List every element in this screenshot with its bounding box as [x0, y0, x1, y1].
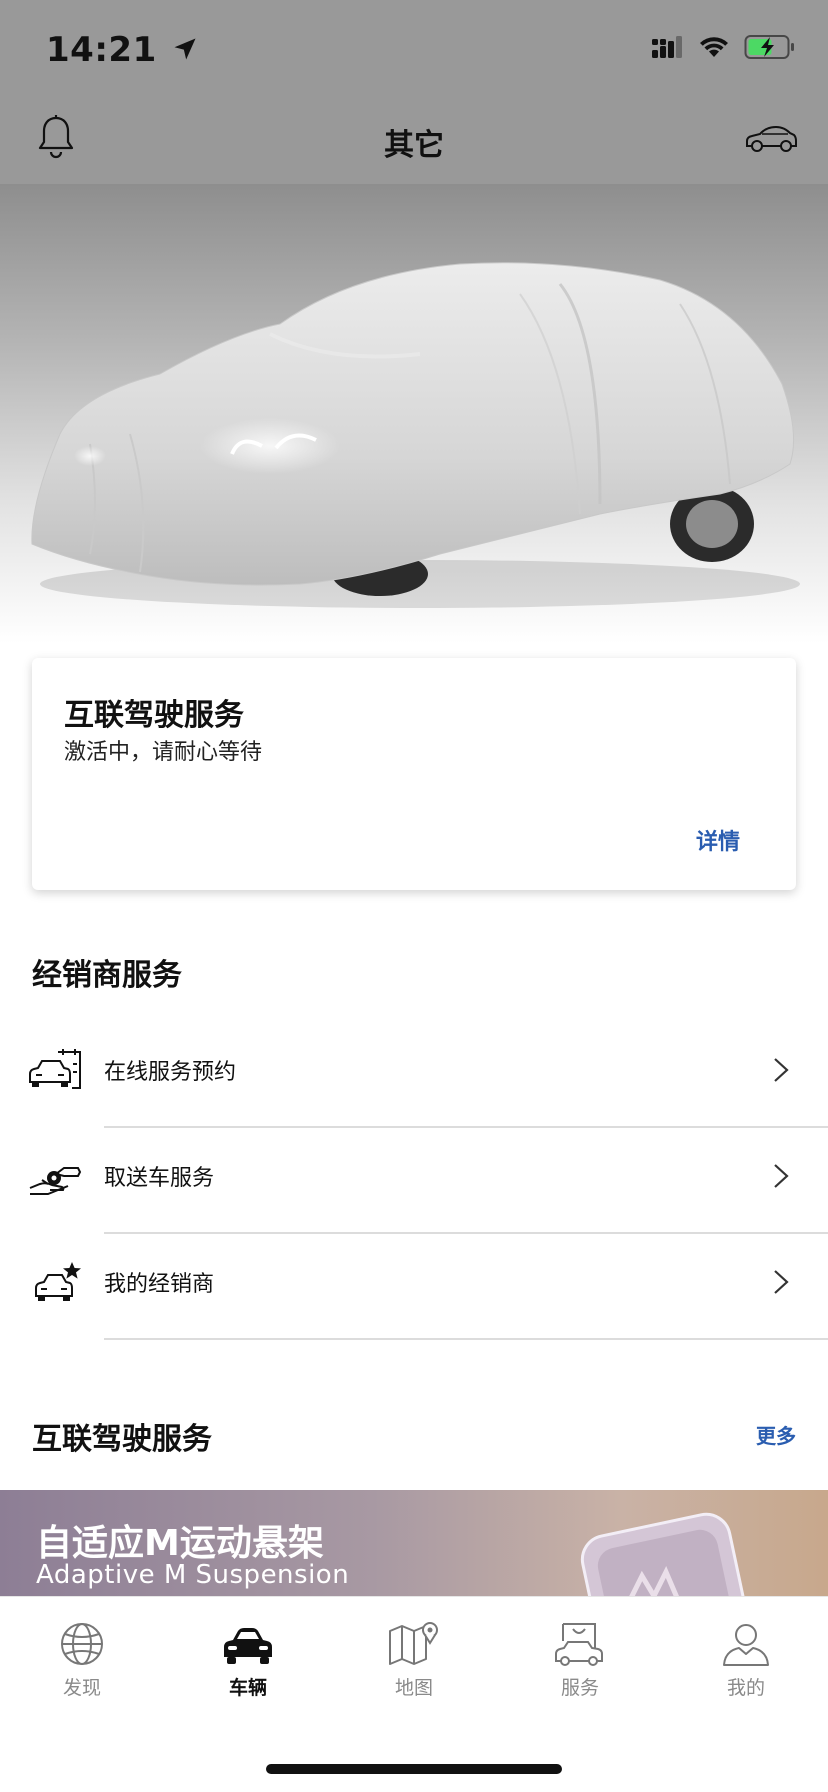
- service-row-my-dealer[interactable]: 我的经销商: [0, 1234, 828, 1340]
- location-arrow-icon: [174, 38, 196, 60]
- car-calendar-icon: [29, 1049, 81, 1089]
- chevron-right-icon: [774, 1058, 789, 1082]
- time-text: 14:21: [46, 30, 157, 70]
- page-title: 其它: [384, 128, 444, 163]
- connected-drive-status: 激活中，请耐心等待: [64, 740, 263, 765]
- promo-banner-adaptive-m-suspension[interactable]: 自适应M运动悬架 Adaptive M Suspension: [0, 1490, 828, 1598]
- globe-icon: [61, 1623, 103, 1665]
- tab-label: 服务: [560, 1677, 599, 1699]
- service-row-pickup-delivery[interactable]: 取送车服务: [0, 1128, 828, 1234]
- banner-subtitle: Adaptive M Suspension: [36, 1560, 350, 1590]
- wifi-icon: [700, 37, 728, 57]
- service-label: 在线服务预约: [104, 1060, 237, 1085]
- more-link[interactable]: 更多: [756, 1420, 796, 1449]
- car-outline-icon: [746, 125, 797, 152]
- app-screen: 14:21 其它 互联驾驶服务 激活中，请耐心等待 详情 经销商服务 在线服务预…: [0, 0, 828, 1792]
- map-icon: [389, 1622, 438, 1665]
- tab-label: 我的: [726, 1677, 765, 1699]
- key-handover-icon: [29, 1167, 82, 1195]
- cellular-signal-icon: [652, 36, 682, 58]
- tab-map[interactable]: 地图: [354, 1621, 474, 1711]
- tab-label: 发现: [62, 1677, 101, 1699]
- shopping-bag-car-icon: [555, 1623, 603, 1666]
- details-link[interactable]: 详情: [696, 824, 740, 856]
- battery-charging-icon: [744, 35, 794, 59]
- banner-title: 自适应M运动悬架: [36, 1523, 324, 1564]
- tab-profile[interactable]: 我的: [686, 1621, 806, 1711]
- status-indicators: [652, 34, 796, 60]
- hero-vehicle-image: [0, 184, 828, 644]
- tab-discover[interactable]: 发现: [22, 1621, 142, 1711]
- chevron-right-icon: [774, 1270, 789, 1294]
- vehicle-switch-button[interactable]: [744, 124, 798, 154]
- divider: [104, 1338, 828, 1340]
- bottom-tab-bar: 发现 车辆 地图 服务 我的: [0, 1596, 828, 1792]
- status-bar: 14:21: [0, 0, 828, 96]
- tab-label: 车辆: [228, 1677, 267, 1699]
- service-label: 我的经销商: [104, 1272, 215, 1297]
- top-header: 其它: [0, 96, 828, 184]
- status-time: 14:21: [46, 30, 199, 70]
- connected-drive-card: 互联驾驶服务 激活中，请耐心等待 详情: [32, 658, 796, 890]
- tab-vehicle[interactable]: 车辆: [188, 1621, 308, 1711]
- dealer-services-title: 经销商服务: [32, 958, 182, 993]
- m-badge-tile-image: [580, 1512, 749, 1598]
- car-icon: [224, 1628, 272, 1664]
- user-icon: [723, 1624, 769, 1666]
- tab-services[interactable]: 服务: [520, 1621, 640, 1711]
- connected-drive-services-title: 互联驾驶服务: [32, 1422, 212, 1457]
- covered-car-illustration: [31, 262, 800, 608]
- service-label: 取送车服务: [104, 1166, 215, 1191]
- chevron-right-icon: [774, 1164, 789, 1188]
- connected-drive-title: 互联驾驶服务: [64, 698, 244, 733]
- tab-label: 地图: [394, 1677, 433, 1699]
- car-star-icon: [35, 1262, 81, 1301]
- home-indicator[interactable]: [266, 1764, 562, 1774]
- service-row-online-booking[interactable]: 在线服务预约: [0, 1022, 828, 1128]
